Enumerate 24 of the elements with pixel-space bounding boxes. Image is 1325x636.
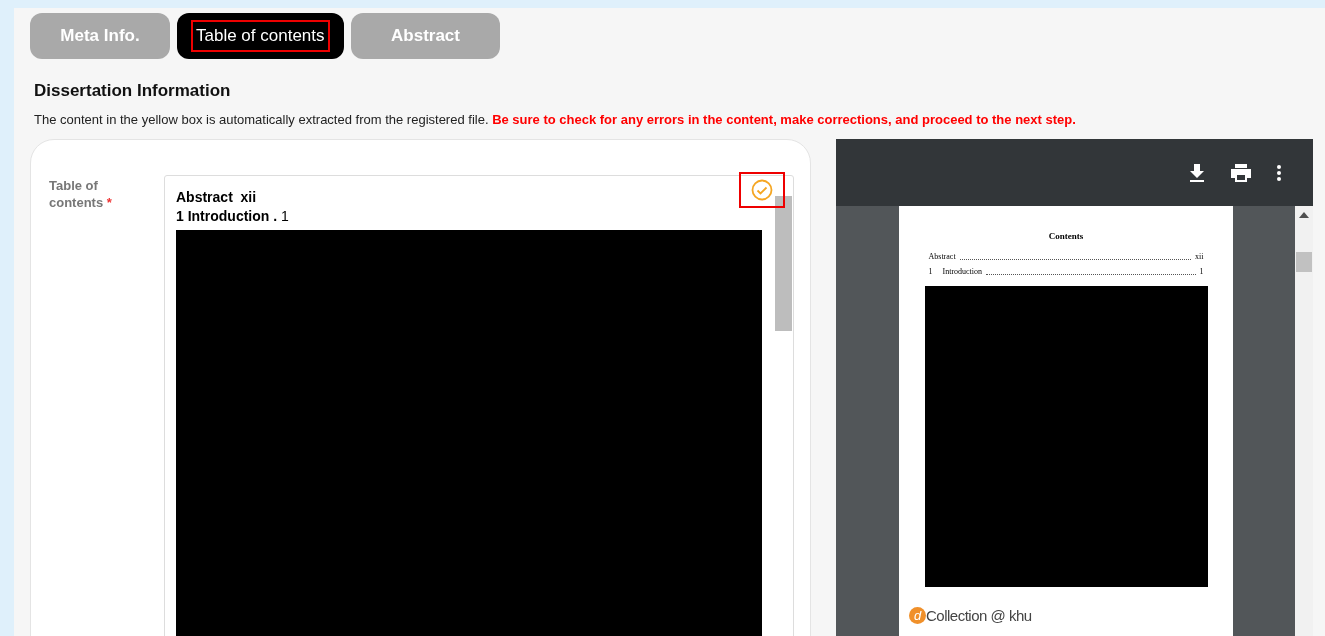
toc-line: Abstract xii: [176, 188, 257, 207]
entry-title: Introduction: [942, 266, 983, 276]
tab[interactable]: Table of contents: [177, 13, 344, 59]
logo-mark: d: [909, 607, 926, 625]
more-icon[interactable]: [1277, 164, 1281, 181]
page-heading: Contents: [1048, 230, 1084, 243]
field-label: Table of contents *: [49, 177, 113, 212]
check-circle-icon: [751, 179, 773, 201]
scrollbar[interactable]: [775, 196, 792, 331]
text-area[interactable]: Abstract xii 1 Introduction . 1: [164, 175, 794, 636]
check-button[interactable]: [739, 172, 785, 208]
viewer-scrollbar[interactable]: [1295, 206, 1313, 636]
entry-number: 1: [928, 266, 934, 276]
entry-title: Abstract: [928, 251, 956, 261]
print-icon[interactable]: [1231, 163, 1251, 182]
scroll-up-icon[interactable]: [1299, 212, 1309, 218]
logo-text: Collection @ khu: [926, 605, 1032, 626]
download-icon[interactable]: [1189, 163, 1205, 182]
notice-text: The content in the yellow box is automatically extracted from the registered file. Be sure to check for any errors in the content, make corrections, and proceed to the next step.: [34, 110, 1077, 129]
scroll-thumb[interactable]: [1296, 252, 1312, 272]
entry-page: xii: [1195, 251, 1204, 261]
entry-page: 1: [1199, 266, 1204, 276]
section-title: Dissertation Information: [34, 80, 232, 102]
toc-line: 1 Introduction . 1: [176, 207, 289, 226]
